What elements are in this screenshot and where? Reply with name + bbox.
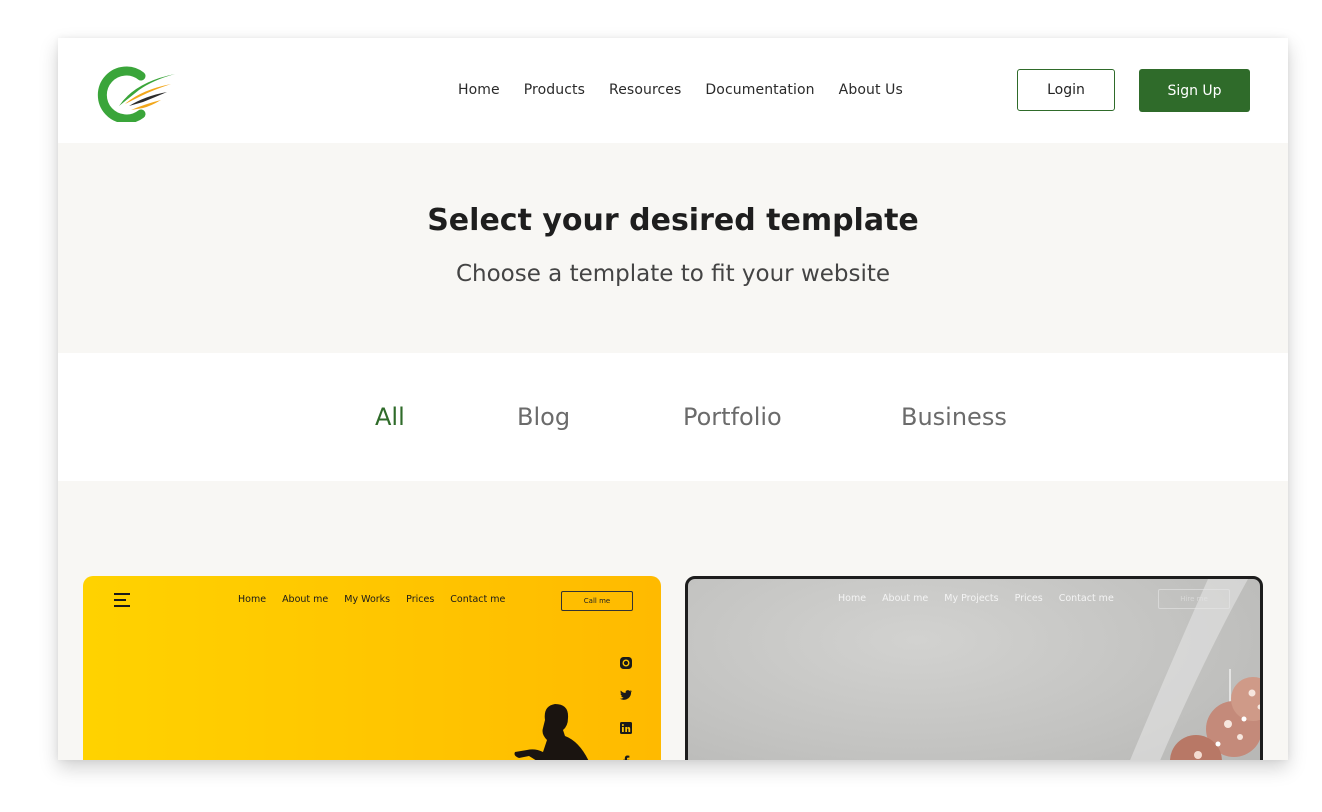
template-card-jewelry-gray[interactable]: Home About me My Projects Prices Contact… [685,576,1263,760]
nav-resources[interactable]: Resources [609,82,681,98]
tab-portfolio[interactable]: Portfolio [683,403,782,431]
signup-button[interactable]: Sign Up [1139,69,1250,112]
preview-nav-prices[interactable]: Prices [1015,593,1043,604]
nav-home[interactable]: Home [458,82,500,98]
preview-nav-home[interactable]: Home [238,594,266,605]
tab-all[interactable]: All [375,403,405,431]
tab-business[interactable]: Business [901,403,1007,431]
hero-section: Select your desired template Choose a te… [58,143,1288,353]
tab-blog[interactable]: Blog [517,403,570,431]
logo-icon[interactable] [95,64,175,122]
nav-products[interactable]: Products [524,82,585,98]
preview-nav-works[interactable]: My Works [344,594,390,605]
nav-about-us[interactable]: About Us [839,82,903,98]
call-me-button[interactable]: Call me [561,591,633,611]
browser-frame: Home Products Resources Documentation Ab… [58,38,1288,760]
preview-nav-home[interactable]: Home [838,593,866,604]
template-preview-nav: Home About me My Works Prices Contact me [238,594,505,605]
nav-documentation[interactable]: Documentation [705,82,814,98]
hamburger-menu-icon[interactable] [114,593,132,607]
template-filter-tabs: All Blog Portfolio Business [58,353,1288,481]
site-header: Home Products Resources Documentation Ab… [58,38,1288,143]
person-silhouette-image [514,704,589,760]
preview-nav-about[interactable]: About me [882,593,928,604]
template-gallery: Home About me My Works Prices Contact me… [58,481,1288,760]
preview-nav-prices[interactable]: Prices [406,594,434,605]
preview-nav-projects[interactable]: My Projects [944,593,998,604]
page-title: Select your desired template [427,203,919,238]
instagram-icon[interactable] [619,656,633,670]
preview-nav-contact[interactable]: Contact me [450,594,505,605]
preview-nav-about[interactable]: About me [282,594,328,605]
template-card-portfolio-yellow[interactable]: Home About me My Works Prices Contact me… [83,576,661,760]
main-nav: Home Products Resources Documentation Ab… [458,82,903,98]
jewelry-image [1130,579,1260,760]
login-button[interactable]: Login [1017,69,1115,111]
page-subtitle: Choose a template to fit your website [455,261,891,287]
